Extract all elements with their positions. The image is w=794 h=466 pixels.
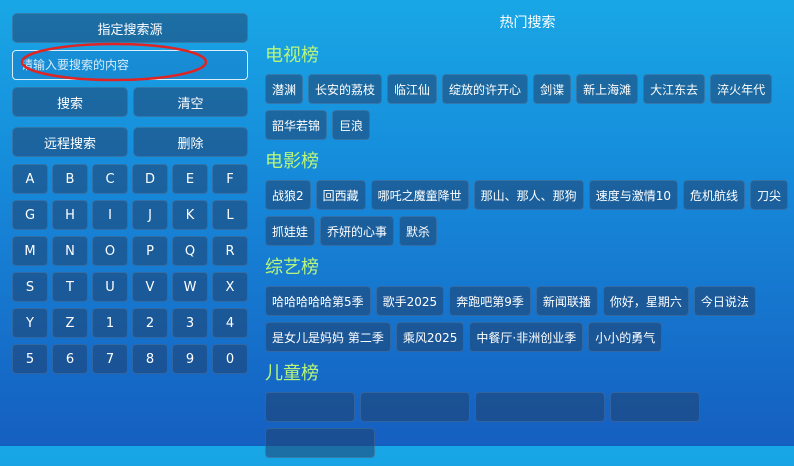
- hot-item[interactable]: 回西藏: [315, 180, 366, 210]
- specify-source-button[interactable]: 指定搜索源: [12, 13, 248, 43]
- hot-item[interactable]: 抓娃娃: [265, 216, 316, 246]
- key-e[interactable]: E: [172, 164, 208, 194]
- hot-item[interactable]: 中餐厅·非洲创业季: [469, 322, 584, 352]
- clear-button[interactable]: 清空: [133, 87, 248, 117]
- key-c[interactable]: C: [92, 164, 128, 194]
- key-1[interactable]: 1: [92, 308, 128, 338]
- search-button[interactable]: 搜索: [12, 87, 128, 117]
- hot-item[interactable]: 战狼2: [265, 180, 311, 210]
- hot-item[interactable]: 奔跑吧第9季: [449, 286, 531, 316]
- hot-item[interactable]: 速度与激情10: [588, 180, 678, 210]
- hot-item[interactable]: 临江仙: [387, 74, 438, 104]
- key-7[interactable]: 7: [92, 344, 128, 374]
- hot-item[interactable]: [265, 392, 355, 422]
- key-x[interactable]: X: [212, 272, 248, 302]
- hot-item[interactable]: 绽放的许开心: [442, 74, 529, 104]
- key-o[interactable]: O: [92, 236, 128, 266]
- delete-button[interactable]: 删除: [133, 127, 248, 157]
- key-5[interactable]: 5: [12, 344, 48, 374]
- key-t[interactable]: T: [52, 272, 88, 302]
- hot-item[interactable]: [475, 392, 605, 422]
- key-8[interactable]: 8: [132, 344, 168, 374]
- section-tags: [265, 392, 790, 458]
- key-y[interactable]: Y: [12, 308, 48, 338]
- hot-item[interactable]: 韶华若锦: [265, 110, 328, 140]
- key-k[interactable]: K: [172, 200, 208, 230]
- remote-search-button[interactable]: 远程搜索: [12, 127, 128, 157]
- key-m[interactable]: M: [12, 236, 48, 266]
- key-6[interactable]: 6: [52, 344, 88, 374]
- key-9[interactable]: 9: [172, 344, 208, 374]
- key-w[interactable]: W: [172, 272, 208, 302]
- key-r[interactable]: R: [212, 236, 248, 266]
- section-title: 电影榜: [265, 151, 319, 172]
- section-tags: 哈哈哈哈哈第5季 歌手2025 奔跑吧第9季 新闻联播 你好，星期六 今日说法是女儿是妈妈…: [265, 286, 790, 352]
- section-tags: 潜渊 长安的荔枝 临江仙 绽放的许开心 剑谍 新上海滩 大江东去 淬火年代韶华若锦 巨浪: [265, 74, 790, 140]
- hot-item[interactable]: 潜渊: [265, 74, 304, 104]
- section-title: 综艺榜: [265, 257, 319, 278]
- hot-item[interactable]: 长安的荔枝: [308, 74, 383, 104]
- hot-item[interactable]: 哈哈哈哈哈第5季: [265, 286, 371, 316]
- hot-item[interactable]: 淬火年代: [710, 74, 773, 104]
- key-l[interactable]: L: [212, 200, 248, 230]
- key-b[interactable]: B: [52, 164, 88, 194]
- hot-item[interactable]: 危机航线: [682, 180, 745, 210]
- hot-item[interactable]: 乘风2025: [395, 322, 465, 352]
- key-q[interactable]: Q: [172, 236, 208, 266]
- key-f[interactable]: F: [212, 164, 248, 194]
- hot-item[interactable]: 新闻联播: [535, 286, 598, 316]
- key-u[interactable]: U: [92, 272, 128, 302]
- section-tags: 战狼2 回西藏 哪吒之魔童降世 那山、那人、那狗 速度与激情10 危机航线 刀尖抓娃娃 乔妍的…: [265, 180, 790, 246]
- hot-item[interactable]: 哪吒之魔童降世: [370, 180, 469, 210]
- hot-item[interactable]: 你好，星期六: [602, 286, 689, 316]
- hot-search-title: 热门搜索: [499, 15, 556, 31]
- search-input[interactable]: [12, 50, 248, 80]
- hot-item[interactable]: 刀尖: [749, 180, 788, 210]
- section-title: 儿童榜: [265, 363, 319, 384]
- key-h[interactable]: H: [52, 200, 88, 230]
- key-4[interactable]: 4: [212, 308, 248, 338]
- key-n[interactable]: N: [52, 236, 88, 266]
- hot-item[interactable]: 乔妍的心事: [320, 216, 395, 246]
- keypad: ABCDEF GHIJKL MNOPQR STUVWX YZ1234 567890: [12, 164, 248, 374]
- key-3[interactable]: 3: [172, 308, 208, 338]
- hot-item[interactable]: 剑谍: [533, 74, 572, 104]
- hot-item[interactable]: 默杀: [399, 216, 438, 246]
- key-z[interactable]: Z: [52, 308, 88, 338]
- hot-item[interactable]: 巨浪: [332, 110, 371, 140]
- hot-item[interactable]: 今日说法: [693, 286, 756, 316]
- key-i[interactable]: I: [92, 200, 128, 230]
- key-j[interactable]: J: [132, 200, 168, 230]
- hot-item[interactable]: [360, 392, 470, 422]
- key-0[interactable]: 0: [212, 344, 248, 374]
- key-g[interactable]: G: [12, 200, 48, 230]
- hot-item[interactable]: 小小的勇气: [588, 322, 663, 352]
- hot-item[interactable]: 大江东去: [643, 74, 706, 104]
- hot-item[interactable]: 歌手2025: [375, 286, 445, 316]
- hot-item[interactable]: 那山、那人、那狗: [473, 180, 584, 210]
- section-title: 电视榜: [265, 45, 319, 66]
- key-s[interactable]: S: [12, 272, 48, 302]
- key-a[interactable]: A: [12, 164, 48, 194]
- hot-item[interactable]: 是女儿是妈妈 第二季: [265, 322, 391, 352]
- key-v[interactable]: V: [132, 272, 168, 302]
- hot-search-list: 电视榜潜渊 长安的荔枝 临江仙 绽放的许开心 剑谍 新上海滩 大江东去 淬火年代韶华若锦 巨浪电…: [265, 42, 790, 466]
- key-d[interactable]: D: [132, 164, 168, 194]
- hot-item[interactable]: [610, 392, 700, 422]
- hot-item[interactable]: 新上海滩: [576, 74, 639, 104]
- key-2[interactable]: 2: [132, 308, 168, 338]
- hot-item[interactable]: [265, 428, 375, 458]
- key-p[interactable]: P: [132, 236, 168, 266]
